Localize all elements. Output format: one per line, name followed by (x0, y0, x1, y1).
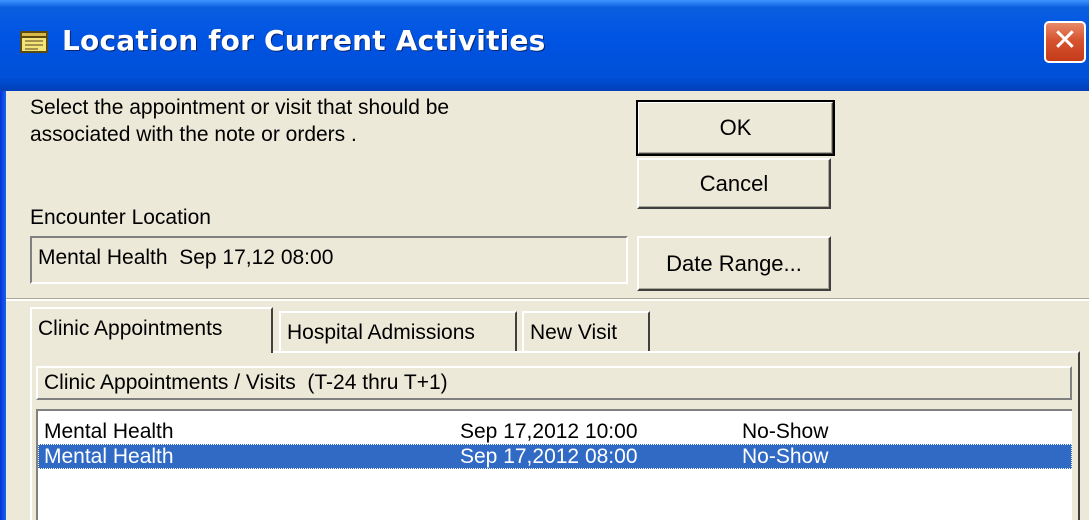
appointment-location: Mental Health (44, 445, 174, 468)
cancel-button-label: Cancel (699, 170, 769, 196)
tab-label: Hospital Admissions (287, 321, 475, 344)
ok-button[interactable]: OK (636, 100, 835, 156)
list-header: Clinic Appointments / Visits (T-24 thru … (36, 366, 1072, 400)
tab-clinic-appointments[interactable]: Clinic Appointments (30, 307, 273, 353)
window-frame (0, 91, 6, 520)
appointment-datetime: Sep 17,2012 08:00 (460, 445, 638, 468)
window-title: Location for Current Activities (62, 24, 546, 57)
close-button[interactable]: ✕ (1044, 21, 1086, 63)
appointment-status: No-Show (742, 445, 829, 468)
tab-new-visit[interactable]: New Visit (522, 311, 650, 351)
appointment-location: Mental Health (44, 420, 174, 443)
notepad-icon (20, 31, 48, 53)
tab-hospital-admissions[interactable]: Hospital Admissions (279, 311, 517, 351)
encounter-location-field: Mental Health Sep 17,12 08:00 (30, 236, 628, 284)
ok-button-label: OK (719, 115, 752, 140)
divider (6, 298, 1089, 301)
tab-label: New Visit (530, 321, 618, 344)
encounter-location-label: Encounter Location (30, 206, 211, 229)
list-item[interactable]: Mental Health Sep 17,2012 10:00 No-Show (38, 419, 1072, 444)
date-range-button[interactable]: Date Range... (637, 236, 831, 291)
dialog-window: Location for Current Activities ✕ Select… (0, 0, 1089, 520)
close-icon: ✕ (1052, 23, 1078, 58)
tab-label: Clinic Appointments (38, 317, 223, 340)
title-bar[interactable]: Location for Current Activities ✕ (0, 0, 1089, 91)
instructions-text: Select the appointment or visit that sho… (30, 96, 450, 146)
list-item-selected[interactable]: Mental Health Sep 17,2012 08:00 No-Show (38, 444, 1072, 469)
cancel-button[interactable]: Cancel (637, 158, 831, 209)
date-range-button-label: Date Range... (666, 250, 802, 276)
appointment-datetime: Sep 17,2012 10:00 (460, 420, 638, 443)
appointments-list[interactable]: Mental Health Sep 17,2012 10:00 No-Show … (36, 409, 1072, 520)
appointment-status: No-Show (742, 420, 829, 443)
